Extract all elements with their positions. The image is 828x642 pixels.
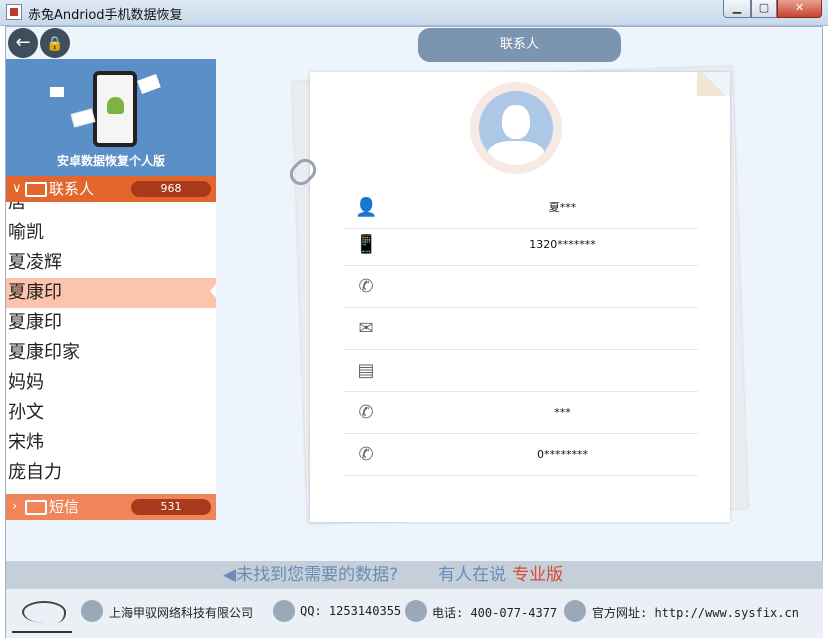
promo-question: 未找到您需要的数据? <box>236 565 399 585</box>
android-icon <box>107 97 124 114</box>
detail-value <box>427 266 698 308</box>
contact-list-item[interactable]: 居一 <box>6 202 216 218</box>
section-sms[interactable]: › 短信 531 <box>6 494 216 520</box>
minimize-button[interactable]: ▁ <box>723 0 751 18</box>
detail-value: 1320******* <box>529 238 596 251</box>
contact-list-item[interactable]: 夏凌辉 <box>6 248 216 278</box>
promo-bar: ◀未找到您需要的数据? 有人在说 专业版 <box>6 561 823 589</box>
back-arrow-icon: ← <box>15 32 31 53</box>
lock-button[interactable]: 🔒 <box>40 28 70 58</box>
envelope-icon <box>25 500 47 515</box>
section-label: 联系人 <box>49 180 95 198</box>
detail-row: ▤ <box>343 350 698 392</box>
contact-list-item[interactable]: 夏康印 <box>6 308 216 338</box>
count-badge: 531 <box>131 499 211 515</box>
title-bar: 赤兔Andriod手机数据恢复 ▁ ▢ ✕ <box>0 0 828 26</box>
contact-list-item[interactable]: 妈妈 <box>6 368 216 398</box>
contact-list[interactable]: 居一 喻凯 夏凌辉 夏康印 夏康印 夏康印家 妈妈 孙文 宋炜 庞自力 <box>6 202 216 494</box>
website-link[interactable]: 官方网址: http://www.sysfix.cn <box>592 604 799 621</box>
contact-list-item[interactable]: 庞自力 <box>6 458 216 488</box>
speaker-icon: ◀ <box>223 565 237 585</box>
call-history-icon: ✆ <box>358 444 374 465</box>
app-icon <box>6 4 22 20</box>
contact-list-item[interactable]: 宋炜 <box>6 428 216 458</box>
globe-icon <box>564 600 586 622</box>
envelope-icon <box>137 74 161 94</box>
detail-value <box>427 350 698 392</box>
phone-icon <box>405 600 427 622</box>
contact-list-item[interactable]: 夏康印 <box>6 278 216 308</box>
contact-list-item[interactable]: 夏康印家 <box>6 338 216 368</box>
detail-row: ✉ <box>343 308 698 350</box>
person-icon: 👤 <box>355 197 378 218</box>
detail-row: 📱 1320******* <box>343 224 698 266</box>
qq-icon <box>273 600 295 622</box>
company-name: 上海甲驭网络科技有限公司 <box>109 606 254 620</box>
tab-contacts[interactable]: 联系人 <box>418 28 621 62</box>
footer: 上海甲驭网络科技有限公司 QQ: 1253140355 电话: 400-077-… <box>6 589 823 638</box>
page-fold <box>697 72 730 96</box>
contact-list-item[interactable]: 孙文 <box>6 398 216 428</box>
window-title: 赤兔Andriod手机数据恢复 <box>28 8 183 23</box>
pro-version-link[interactable]: 专业版 <box>512 565 563 585</box>
building-icon <box>81 600 103 622</box>
chevron-right-icon: › <box>12 499 18 514</box>
mobile-icon: 📱 <box>355 234 378 255</box>
maximize-button[interactable]: ▢ <box>751 0 777 18</box>
section-contacts[interactable]: ∨ 联系人 968 <box>6 176 216 202</box>
chevron-down-icon: ∨ <box>12 181 22 196</box>
phone-icon <box>93 71 137 147</box>
phone-icon: ✆ <box>358 276 374 297</box>
email-icon: ✉ <box>358 318 374 339</box>
envelope-icon <box>50 87 64 97</box>
horse-logo <box>12 595 72 633</box>
id-card-icon <box>70 108 96 128</box>
detail-value: 夏*** <box>548 201 577 214</box>
promo-who: 有人在说 <box>438 565 507 585</box>
detail-row: ✆ <box>343 266 698 308</box>
detail-value: 0******** <box>537 448 588 461</box>
lock-icon: 🔒 <box>46 36 64 52</box>
qq-number: QQ: 1253140355 <box>300 604 402 618</box>
count-badge: 968 <box>131 181 211 197</box>
detail-value: *** <box>554 406 571 419</box>
contact-card-icon <box>25 182 47 197</box>
detail-row: 👤 夏*** <box>343 187 698 229</box>
detail-row: ✆ *** <box>343 392 698 434</box>
close-button[interactable]: ✕ <box>777 0 822 18</box>
avatar <box>470 82 562 174</box>
contact-list-item[interactable]: 喻凯 <box>6 218 216 248</box>
selection-notch <box>210 284 216 298</box>
detail-value <box>427 308 698 350</box>
phone-number: 电话: 400-077-4377 <box>432 606 558 620</box>
contact-card-icon: ▤ <box>357 360 375 381</box>
back-button[interactable]: ← <box>8 28 38 58</box>
section-label: 短信 <box>49 498 80 516</box>
detail-row: ✆ 0******** <box>343 434 698 476</box>
banner-caption: 安卓数据恢复个人版 <box>56 154 165 168</box>
call-info-icon: ✆ <box>358 402 374 423</box>
banner: 安卓数据恢复个人版 <box>6 59 216 176</box>
